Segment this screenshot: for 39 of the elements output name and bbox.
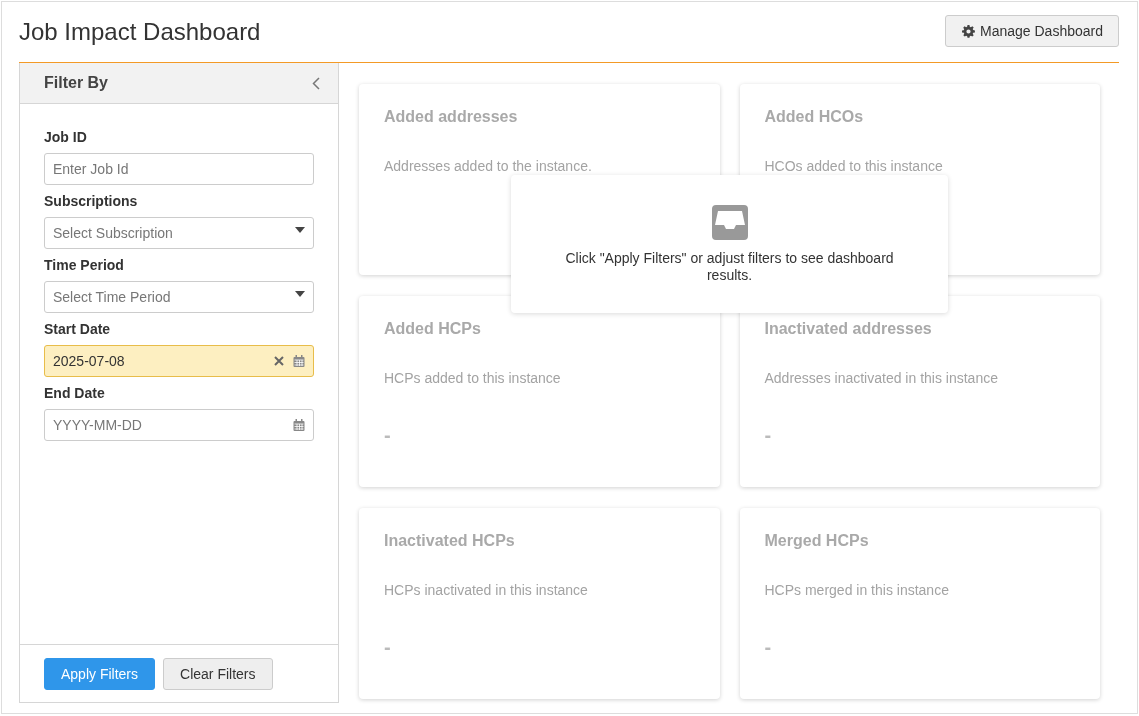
date-field[interactable]: YYYY-MM-DD — [44, 409, 314, 441]
gear-icon — [962, 24, 975, 38]
dropdown-caret-icon — [295, 227, 305, 233]
card-value: - — [384, 424, 391, 447]
dropdown-caret-icon — [295, 291, 305, 297]
card-description: HCPs merged in this instance — [764, 582, 949, 598]
field-label: Subscriptions — [44, 193, 139, 209]
calendar-icon — [293, 355, 305, 367]
card-description: HCOs added to this instance — [764, 158, 943, 174]
field-label: Start Date — [44, 321, 112, 337]
input-field[interactable]: Enter Job Id — [44, 153, 314, 185]
panel-title: Filter By — [44, 74, 108, 92]
date-field[interactable]: 2025-07-08 — [44, 345, 314, 377]
clear-filters-button[interactable]: Clear Filters — [163, 657, 273, 690]
card-value: - — [764, 424, 772, 447]
field-label: Time Period — [44, 257, 125, 273]
card-description: Addresses inactivated in this instance — [764, 370, 998, 386]
inbox-tray-icon — [709, 204, 750, 240]
card-title: Merged HCPs — [764, 532, 869, 550]
dropdown-field[interactable]: Select Time Period — [44, 281, 314, 313]
card-value: - — [384, 636, 391, 659]
card-value: - — [764, 636, 772, 659]
collapse-chevron-icon — [312, 76, 320, 90]
dropdown-field[interactable]: Select Subscription — [44, 217, 314, 249]
calendar-icon — [293, 419, 305, 431]
card-description: Addresses added to the instance. — [384, 158, 592, 174]
card-title: Inactivated addresses — [764, 320, 932, 338]
field-label: End Date — [44, 385, 106, 401]
page-title: Job Impact Dashboard — [19, 18, 261, 46]
card-title: Added addresses — [384, 108, 518, 126]
manage-dashboard-button[interactable]: Manage Dashboard — [945, 15, 1119, 47]
empty-state-message: Click "Apply Filters" or adjust filters to see dashboard results. — [564, 249, 895, 284]
card-description: HCPs inactivated in this instance — [384, 582, 588, 598]
clear-icon — [274, 356, 284, 366]
field-label: Job ID — [44, 129, 88, 145]
card-title: Added HCOs — [764, 108, 864, 126]
card-title: Added HCPs — [384, 320, 481, 338]
card-title: Inactivated HCPs — [384, 532, 515, 550]
card-description: HCPs added to this instance — [384, 370, 561, 386]
